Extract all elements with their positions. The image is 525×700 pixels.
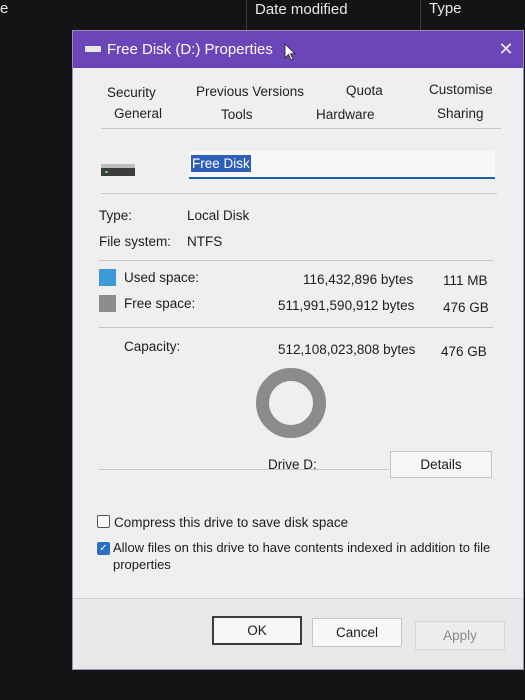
file-system-label: File system:	[99, 234, 172, 249]
details-button[interactable]: Details	[390, 451, 492, 478]
divider	[99, 327, 493, 328]
tab-tools[interactable]: Tools	[221, 107, 253, 122]
capacity-bytes: 512,108,023,808 bytes	[278, 342, 416, 357]
tab-general[interactable]: General	[114, 106, 162, 121]
free-space-label: Free space:	[124, 296, 196, 311]
disk-usage-donut	[256, 368, 326, 438]
tab-hardware[interactable]: Hardware	[316, 107, 375, 122]
index-label[interactable]: Allow files on this drive to have conten…	[113, 540, 513, 572]
mouse-cursor-icon	[284, 43, 296, 61]
divider	[101, 193, 497, 194]
dialog-footer: OK Cancel Apply	[73, 598, 523, 669]
close-button[interactable]: ✕	[489, 31, 523, 68]
used-space-size: 111 MB	[443, 273, 488, 288]
background-column-divider	[420, 0, 421, 30]
used-space-bytes: 116,432,896 bytes	[303, 272, 414, 287]
divider	[99, 469, 389, 470]
drive-icon	[101, 164, 135, 176]
background-column-divider	[246, 0, 247, 30]
compress-label[interactable]: Compress this drive to save disk space	[114, 515, 348, 530]
drive-name-selected-text[interactable]: Free Disk	[191, 155, 251, 172]
properties-dialog: Free Disk (D:) Properties ✕ Security Pre…	[72, 30, 524, 670]
drive-name-input[interactable]: Free Disk	[189, 151, 495, 179]
free-space-swatch	[99, 295, 116, 312]
capacity-size: 476 GB	[441, 344, 487, 359]
tab-security[interactable]: Security	[107, 85, 156, 100]
index-checkbox[interactable]: ✓	[97, 542, 110, 555]
type-value: Local Disk	[187, 208, 250, 223]
cancel-button[interactable]: Cancel	[312, 618, 402, 647]
index-label-line2: properties	[113, 557, 171, 572]
checkmark-icon: ✓	[99, 543, 108, 554]
background-header-type[interactable]: Type	[429, 0, 462, 17]
ok-button[interactable]: OK	[212, 616, 302, 645]
tab-previous-versions[interactable]: Previous Versions	[196, 84, 304, 99]
tab-customise[interactable]: Customise	[429, 82, 493, 97]
used-space-swatch	[99, 269, 116, 286]
close-icon: ✕	[498, 39, 514, 59]
type-label: Type:	[99, 208, 133, 223]
dialog-title: Free Disk (D:) Properties	[107, 41, 273, 58]
background-column-fragment: e	[0, 0, 9, 17]
drive-icon	[85, 46, 101, 52]
tab-quota[interactable]: Quota	[346, 83, 383, 98]
used-space-label: Used space:	[124, 270, 200, 285]
background-header-date-modified[interactable]: Date modified	[255, 1, 348, 18]
free-space-bytes: 511,991,590,912 bytes	[278, 298, 415, 313]
apply-button[interactable]: Apply	[415, 621, 505, 650]
index-label-line1: Allow files on this drive to have conten…	[113, 540, 491, 555]
file-system-value: NTFS	[187, 234, 223, 249]
tab-divider	[101, 128, 501, 129]
capacity-label: Capacity:	[124, 339, 181, 354]
free-space-size: 476 GB	[443, 300, 489, 315]
divider	[99, 260, 493, 261]
title-bar[interactable]: Free Disk (D:) Properties ✕	[73, 31, 523, 68]
compress-checkbox[interactable]	[97, 515, 110, 528]
tab-sharing[interactable]: Sharing	[437, 106, 484, 121]
